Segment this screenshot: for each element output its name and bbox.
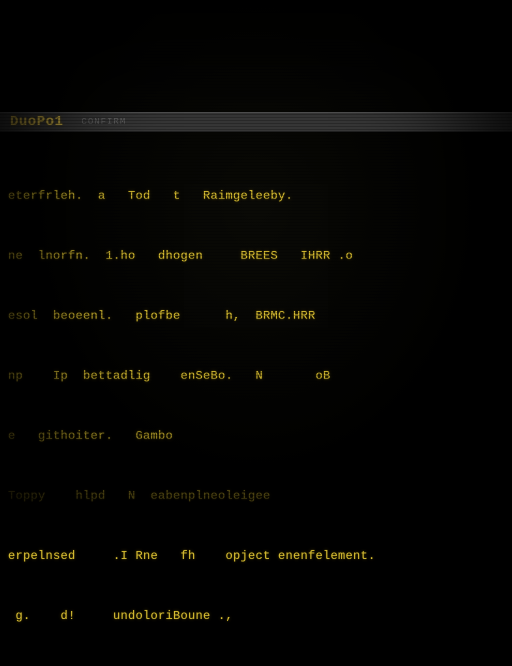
- titlebar: DuoPo1 CONFIRM: [0, 112, 512, 132]
- terminal-line: np Ip bettadlig enSeBo. N oB: [8, 366, 504, 386]
- terminal-line: Toppy hlpd N eabenplneoleigee: [8, 486, 504, 506]
- terminal-line: esol beoeenl. plofbe h, BRMC.HRR: [8, 306, 504, 326]
- terminal-line: erpelnsed .I Rne fh opject enenfelement.: [8, 546, 504, 566]
- titlebar-title: DuoPo1: [10, 114, 63, 130]
- terminal-line: ne lnorfn. 1.ho dhogen BREES IHRR .o: [8, 246, 504, 266]
- terminal-line: eterfrleh. a Tod t Raimgeleeby.: [8, 186, 504, 206]
- titlebar-subtitle: CONFIRM: [81, 117, 126, 127]
- terminal-line: e githoiter. Gambo: [8, 426, 504, 446]
- terminal-text: eterfrleh. a Tod t Raimgeleeby. ne lnorf…: [8, 146, 504, 666]
- terminal-line: g. d! undoloriBoune .,: [8, 606, 504, 626]
- terminal-screen: DuoPo1 CONFIRM eterfrleh. a Tod t Raimge…: [0, 0, 512, 512]
